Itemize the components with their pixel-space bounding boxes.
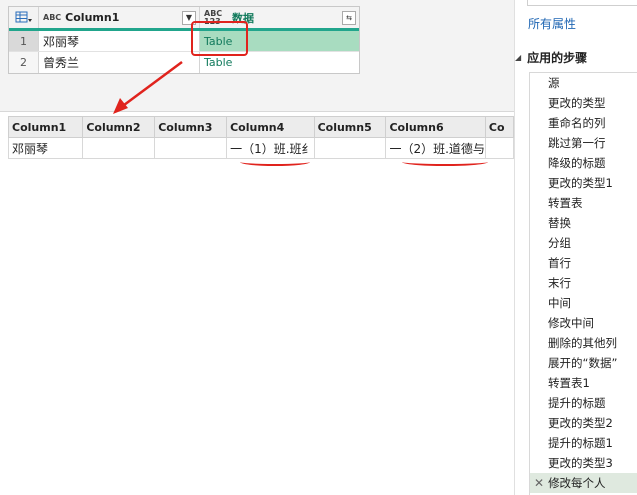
row-number: 2 xyxy=(9,52,39,73)
table-row: 邓丽琴 一（1）班.班纟 一（2）班.道德与 xyxy=(8,137,514,159)
name-input[interactable] xyxy=(527,0,637,6)
query-settings-pane: 所有属性 ◢ 应用的步骤 源 更改的类型 重命名的列 跳过第一行 降级的标题 更… xyxy=(514,0,637,495)
applied-steps-list: 源 更改的类型 重命名的列 跳过第一行 降级的标题 更改的类型1 转置表 替换 … xyxy=(529,72,637,495)
query-result-table: ABC Column1 ▼ ABC 123 数据 ⇆ 1 邓丽琴 Table 2… xyxy=(8,6,360,74)
table-header-row: ABC Column1 ▼ ABC 123 数据 ⇆ xyxy=(9,7,359,31)
applied-steps-title: 应用的步骤 xyxy=(527,51,588,65)
step-item-selected[interactable]: ✕ 修改每个人 xyxy=(530,473,637,493)
column1-header[interactable]: ABC Column1 ▼ xyxy=(39,7,200,28)
preview-cell[interactable]: 邓丽琴 xyxy=(8,137,84,159)
step-item[interactable]: 提升的标题1 xyxy=(530,433,637,453)
name-cell[interactable]: 邓丽琴 xyxy=(39,31,200,51)
preview-cell[interactable]: 一（2）班.道德与 xyxy=(385,137,486,159)
preview-header-row: Column1 Column2 Column3 Column4 Column5 … xyxy=(8,116,514,138)
step-item[interactable]: 降级的标题 xyxy=(530,153,637,173)
step-item[interactable]: 删除的其他列 xyxy=(530,333,637,353)
preview-cell[interactable] xyxy=(154,137,228,159)
row-number: 1 xyxy=(9,31,39,51)
step-item[interactable]: 转置表1 xyxy=(530,373,637,393)
preview-col-header[interactable]: Column2 xyxy=(82,116,156,138)
preview-col-header[interactable]: Column5 xyxy=(313,116,387,138)
step-item[interactable]: 提升的标题 xyxy=(530,393,637,413)
delete-step-icon[interactable]: ✕ xyxy=(534,476,544,490)
step-item[interactable]: 更改的类型3 xyxy=(530,453,637,473)
query-editor-main: ABC Column1 ▼ ABC 123 数据 ⇆ 1 邓丽琴 Table 2… xyxy=(0,0,514,495)
step-item[interactable]: 重命名的列 xyxy=(530,113,637,133)
preview-table: Column1 Column2 Column3 Column4 Column5 … xyxy=(8,116,514,160)
step-item[interactable]: 首行 xyxy=(530,253,637,273)
table-menu-icon[interactable] xyxy=(9,7,39,28)
preview-col-header[interactable]: Column1 xyxy=(8,116,84,138)
preview-col-header[interactable]: Column3 xyxy=(154,116,228,138)
preview-cell[interactable] xyxy=(313,137,387,159)
preview-cell[interactable] xyxy=(484,137,514,159)
step-item[interactable]: 更改的类型 xyxy=(530,93,637,113)
step-item[interactable]: 更改的类型2 xyxy=(530,413,637,433)
applied-steps-header[interactable]: ◢ 应用的步骤 xyxy=(515,49,587,66)
step-item[interactable]: 跳过第一行 xyxy=(530,133,637,153)
name-cell[interactable]: 曾秀兰 xyxy=(39,52,200,73)
text-type-icon: ABC xyxy=(43,12,62,22)
preview-col-header[interactable]: Co xyxy=(484,116,514,138)
table-row[interactable]: 2 曾秀兰 Table xyxy=(9,52,359,73)
step-item[interactable]: 中间 xyxy=(530,293,637,313)
step-item[interactable]: 转置表 xyxy=(530,193,637,213)
step-item[interactable]: 末行 xyxy=(530,273,637,293)
preview-col-header[interactable]: Column6 xyxy=(385,116,486,138)
annotation-underline xyxy=(402,158,488,166)
step-label: 修改每个人 xyxy=(548,476,606,490)
annotation-highlight-box xyxy=(191,21,248,56)
step-item[interactable]: 分组 xyxy=(530,233,637,253)
preview-cell[interactable] xyxy=(82,137,156,159)
step-item[interactable]: 更改的类型1 xyxy=(530,173,637,193)
annotation-underline xyxy=(240,158,310,166)
all-properties-link[interactable]: 所有属性 xyxy=(528,15,576,32)
table-row[interactable]: 1 邓丽琴 Table xyxy=(9,31,359,52)
step-item[interactable]: 源 xyxy=(530,73,637,93)
preview-cell[interactable]: 一（1）班.班纟 xyxy=(226,137,315,159)
collapse-triangle-icon[interactable]: ◢ xyxy=(515,53,521,62)
step-item[interactable]: 展开的“数据” xyxy=(530,353,637,373)
expand-column-icon[interactable]: ⇆ xyxy=(342,11,356,25)
column1-header-label: Column1 xyxy=(65,11,120,24)
step-item[interactable]: 修改中间 xyxy=(530,313,637,333)
step-item[interactable]: 替换 xyxy=(530,213,637,233)
preview-col-header[interactable]: Column4 xyxy=(226,116,315,138)
